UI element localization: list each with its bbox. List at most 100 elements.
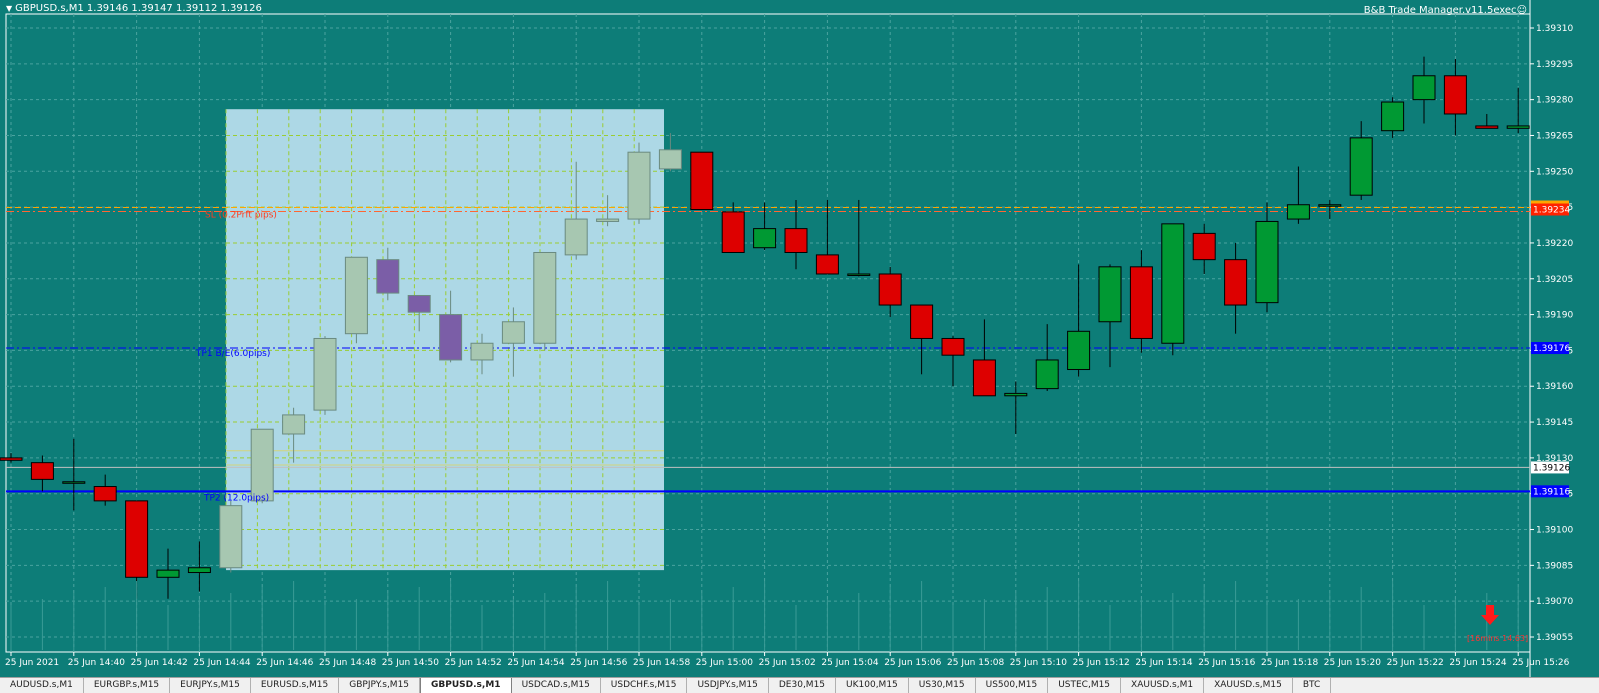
- candle-body: [941, 337, 965, 356]
- time-label: 25 Jun 14:40: [68, 658, 125, 668]
- candle-body: [1286, 204, 1310, 220]
- take-profit-2-price-tag: 1.39116: [1533, 487, 1570, 497]
- time-label: 25 Jun 15:00: [696, 658, 753, 668]
- time-label: 25 Jun 15:04: [821, 658, 878, 668]
- candle-body: [1475, 125, 1499, 129]
- symbol-tab[interactable]: US500,M15: [976, 678, 1049, 693]
- candle-body: [1443, 75, 1467, 115]
- candle-body: [753, 228, 777, 249]
- time-label: 25 Jun 15:24: [1449, 658, 1506, 668]
- candle-body: [1004, 392, 1028, 397]
- candle-body: [1506, 125, 1530, 129]
- candle-body: [1161, 223, 1185, 344]
- symbol-header-text: GBPUSD.s,M1 1.39146 1.39147 1.39112 1.39…: [15, 3, 262, 14]
- candle-body: [533, 251, 557, 344]
- time-label: 25 Jun 15:12: [1073, 658, 1130, 668]
- symbol-tab[interactable]: US30,M15: [909, 678, 976, 693]
- price-tick-label: 1.39070: [1536, 597, 1573, 607]
- candle-body: [156, 569, 180, 578]
- candle-body: [1318, 204, 1342, 207]
- time-label: 25 Jun 15:22: [1387, 658, 1444, 668]
- candle-body: [564, 218, 588, 256]
- symbol-tab[interactable]: USTEC,M15: [1048, 678, 1122, 693]
- candle-body: [1129, 266, 1153, 339]
- price-tick-label: 1.39100: [1536, 526, 1573, 536]
- chart-canvas[interactable]: SL (0.2Prft pips) TP1 B/E(6.0pips) TP2 (12…: [0, 0, 1599, 692]
- symbol-tab[interactable]: XAUUSD.s,M1: [1121, 678, 1205, 693]
- symbol-tab[interactable]: UK100,M15: [836, 678, 909, 693]
- time-label: 25 Jun 15:26: [1512, 658, 1569, 668]
- symbol-tab[interactable]: AUDUSD.s,M1: [0, 678, 84, 693]
- symbol-tab[interactable]: GBPJPY.s,M15: [339, 678, 421, 693]
- price-tick-label: 1.39220: [1536, 239, 1573, 249]
- candle-body: [1035, 359, 1059, 390]
- symbol-tab[interactable]: USDCHF.s,M15: [601, 678, 688, 693]
- take-profit-2-label: TP2 (12.0pips): [203, 493, 269, 503]
- time-label: 25 Jun 15:10: [1010, 658, 1067, 668]
- expert-advisor-label: B&B Trade Manager.v11.5exec☺: [1364, 5, 1527, 16]
- time-label: 25 Jun 14:54: [507, 658, 564, 668]
- time-label: 25 Jun 14:48: [319, 658, 376, 668]
- candle-body: [784, 228, 808, 253]
- price-tick-label: 1.39295: [1536, 60, 1573, 70]
- price-tick-label: 1.39310: [1536, 24, 1573, 34]
- time-label: 25 Jun 15:08: [947, 658, 1004, 668]
- symbol-tab[interactable]: XAUUSD.s,M15: [1204, 678, 1293, 693]
- take-profit-1-price-tag: 1.39176: [1533, 344, 1570, 354]
- stop-loss-price-tag: 1.39234: [1533, 206, 1570, 216]
- candle-body: [1224, 259, 1248, 306]
- candle-body: [1381, 101, 1405, 132]
- candle-body: [658, 149, 682, 170]
- candle-body: [0, 457, 23, 461]
- bid-price-tag: 1.39126: [1533, 463, 1570, 473]
- candle-body: [93, 486, 117, 502]
- time-label: 25 Jun 2021: [5, 658, 59, 668]
- symbol-tab[interactable]: EURGBP.s,M15: [84, 678, 171, 693]
- time-label: 25 Jun 14:58: [633, 658, 690, 668]
- candle-body: [878, 273, 902, 306]
- stop-loss-label: SL (0.2Prft pips): [205, 211, 277, 221]
- symbol-tab[interactable]: BTC: [1293, 678, 1332, 693]
- time-label: 25 Jun 15:20: [1324, 658, 1381, 668]
- time-label: 25 Jun 14:42: [131, 658, 188, 668]
- symbol-tab[interactable]: EURJPY.s,M15: [170, 678, 251, 693]
- candle-body: [815, 254, 839, 275]
- time-label: 25 Jun 15:14: [1135, 658, 1192, 668]
- candle-body: [250, 428, 274, 502]
- candle-body: [1067, 330, 1091, 371]
- candle-body: [1349, 137, 1373, 196]
- candle-body: [501, 321, 525, 344]
- candle-body: [847, 273, 871, 276]
- candle-body: [376, 259, 400, 294]
- time-label: 25 Jun 14:50: [382, 658, 439, 668]
- candle-body: [1098, 266, 1122, 323]
- price-tick-label: 1.39265: [1536, 131, 1573, 141]
- symbol-tab[interactable]: GBPUSD.s,M1: [420, 678, 512, 693]
- candle-body: [690, 151, 714, 211]
- orange-price-tag: [1531, 200, 1569, 204]
- price-tick-label: 1.39190: [1536, 311, 1573, 321]
- time-label: 25 Jun 14:44: [193, 658, 250, 668]
- time-label: 25 Jun 15:02: [759, 658, 816, 668]
- candle-body: [187, 567, 211, 574]
- time-label: 25 Jun 14:46: [256, 658, 313, 668]
- symbol-tab[interactable]: EURUSD.s,M15: [251, 678, 340, 693]
- time-label: 25 Jun 14:52: [445, 658, 502, 668]
- candle-body: [407, 294, 431, 313]
- candle-body: [439, 314, 463, 361]
- collapse-triangle-icon[interactable]: ▼: [6, 4, 12, 13]
- candle-body: [596, 218, 620, 222]
- symbol-tab[interactable]: DE30,M15: [769, 678, 837, 693]
- candle-body: [344, 256, 368, 335]
- symbol-tab-bar: AUDUSD.s,M1 EURGBP.s,M15 EURJPY.s,M15 EURUS…: [0, 677, 1599, 693]
- price-chart[interactable]: SL (0.2Prft pips) TP1 B/E(6.0pips) TP2 (12…: [0, 0, 1599, 692]
- price-tick-label: 1.39055: [1536, 633, 1573, 643]
- candle-body: [282, 414, 306, 435]
- sell-arrow-icon: [1481, 605, 1499, 625]
- price-tick-label: 1.39085: [1536, 561, 1573, 571]
- symbol-tab[interactable]: USDJPY.s,M15: [687, 678, 769, 693]
- symbol-tab[interactable]: USDCAD.s,M15: [512, 678, 601, 693]
- price-tick-label: 1.39280: [1536, 96, 1573, 106]
- candle-body: [219, 505, 243, 569]
- time-label: 25 Jun 15:18: [1261, 658, 1318, 668]
